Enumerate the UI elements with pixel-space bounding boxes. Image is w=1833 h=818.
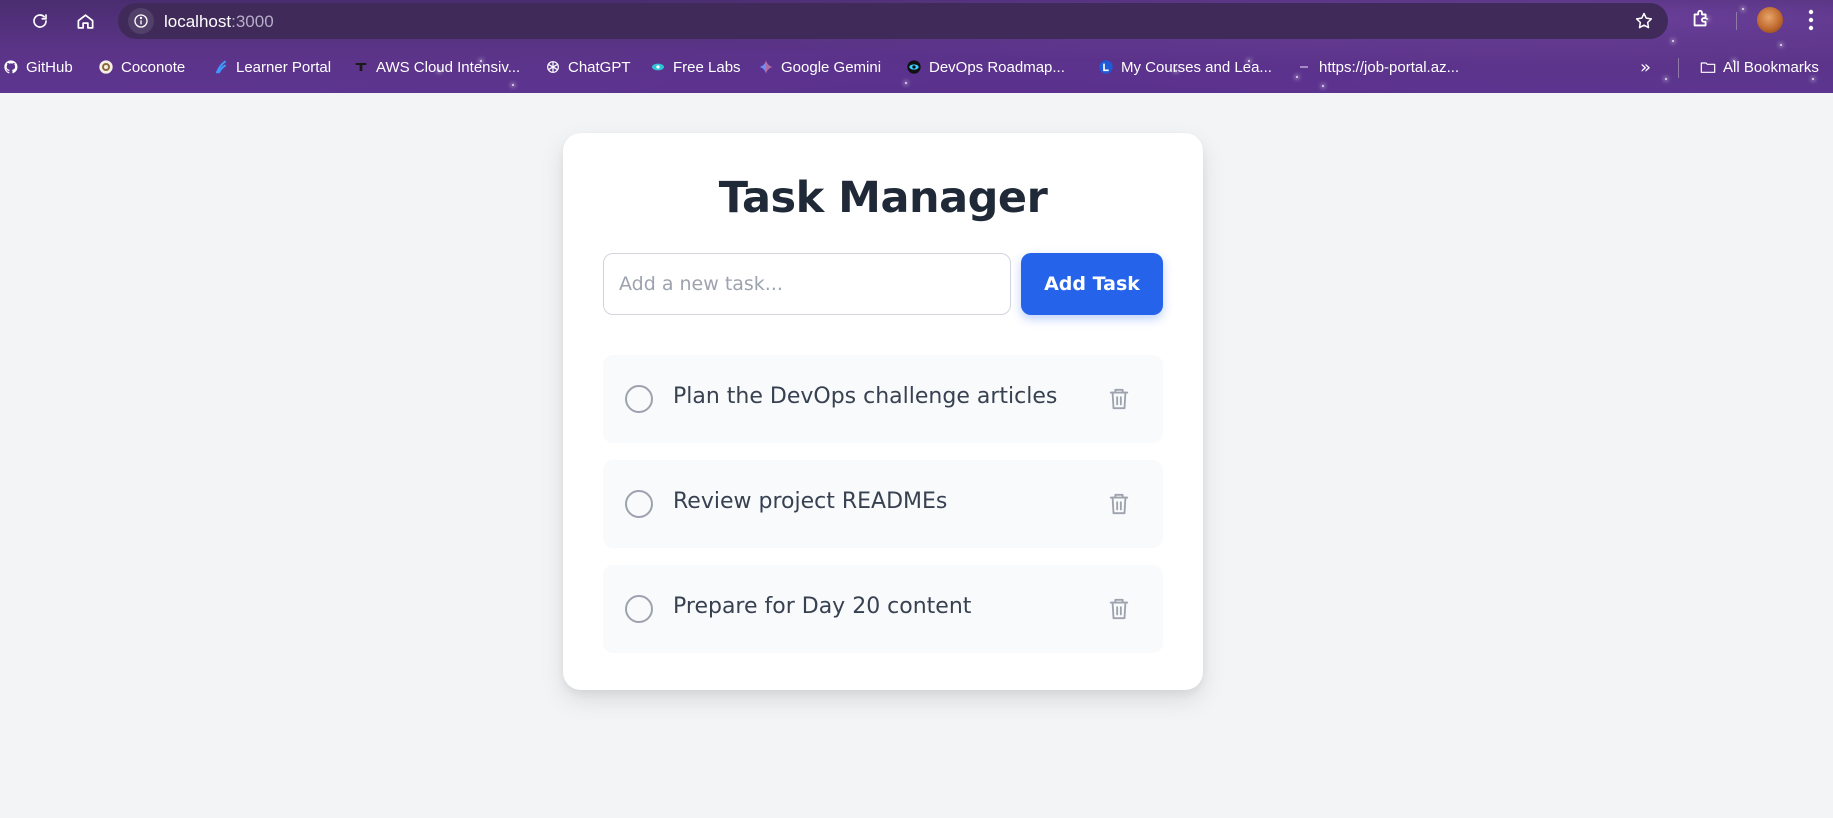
kebab-menu-icon[interactable] [1808,9,1814,35]
bookmark-devops-roadmap[interactable]: DevOps Roadmap... [906,56,1065,78]
bookmark-my-courses[interactable]: My Courses and Lea... [1098,56,1272,78]
folder-icon [1700,59,1716,75]
task-text: Prepare for Day 20 content [673,594,972,619]
aws-icon [353,59,369,75]
extensions-icon[interactable] [1690,8,1712,34]
courses-icon [1098,59,1114,75]
task-complete-toggle[interactable] [625,385,653,413]
trash-icon [1109,493,1129,515]
task-text: Review project READMEs [673,489,948,514]
coconote-icon [98,59,114,75]
task-complete-toggle[interactable] [625,595,653,623]
chatgpt-icon [545,59,561,75]
browser-toolbar: localhost:3000 [0,0,1833,42]
bookmark-star-icon[interactable] [1634,11,1654,35]
devops-roadmap-icon [906,59,922,75]
task-text: Plan the DevOps challenge articles [673,384,1058,409]
trash-icon [1109,598,1129,620]
bookmarks-separator [1678,58,1679,78]
task-manager-card: Task Manager Add Task Plan the DevOps ch… [563,133,1203,690]
more-bookmarks-button[interactable]: » [1640,57,1651,78]
reload-icon[interactable] [26,7,54,35]
learner-portal-icon [213,59,229,75]
bookmark-free-labs[interactable]: Free Labs [650,56,741,78]
url-text[interactable]: localhost:3000 [164,12,274,32]
trash-icon [1109,388,1129,410]
all-bookmarks-folder[interactable]: All Bookmarks [1700,56,1819,78]
home-icon[interactable] [71,7,99,35]
bookmark-coconote[interactable]: Coconote [98,56,185,78]
bookmark-github[interactable]: GitHub [3,56,73,78]
bookmark-aws[interactable]: AWS Cloud Intensiv... [353,56,520,78]
site-info-icon[interactable] [128,8,154,34]
page-title: Task Manager [718,173,1048,223]
bookmarks-bar: GitHub Coconote Learner Portal AWS Cloud… [0,50,1833,84]
delete-task-button[interactable] [1105,595,1133,623]
bookmark-job-portal[interactable]: https://job-portal.az... [1296,56,1459,78]
delete-task-button[interactable] [1105,385,1133,413]
toolbar-separator [1736,12,1737,30]
task-complete-toggle[interactable] [625,490,653,518]
bookmark-google-gemini[interactable]: Google Gemini [758,56,881,78]
bookmark-chatgpt[interactable]: ChatGPT [545,56,631,78]
task-list: Plan the DevOps challenge articles Revie… [603,355,1163,670]
delete-task-button[interactable] [1105,490,1133,518]
task-item: Prepare for Day 20 content [603,565,1163,653]
add-task-button[interactable]: Add Task [1021,253,1163,315]
job-portal-icon [1296,59,1312,75]
bookmark-learner-portal[interactable]: Learner Portal [213,56,331,78]
task-item: Review project READMEs [603,460,1163,548]
browser-chrome: localhost:3000 GitHub Coconote Learner P… [0,0,1833,93]
github-icon [3,59,19,75]
task-item: Plan the DevOps challenge articles [603,355,1163,443]
new-task-input[interactable] [603,253,1011,315]
free-labs-icon [650,59,666,75]
address-bar[interactable]: localhost:3000 [118,3,1668,39]
profile-avatar[interactable] [1757,7,1783,33]
gemini-icon [758,59,774,75]
